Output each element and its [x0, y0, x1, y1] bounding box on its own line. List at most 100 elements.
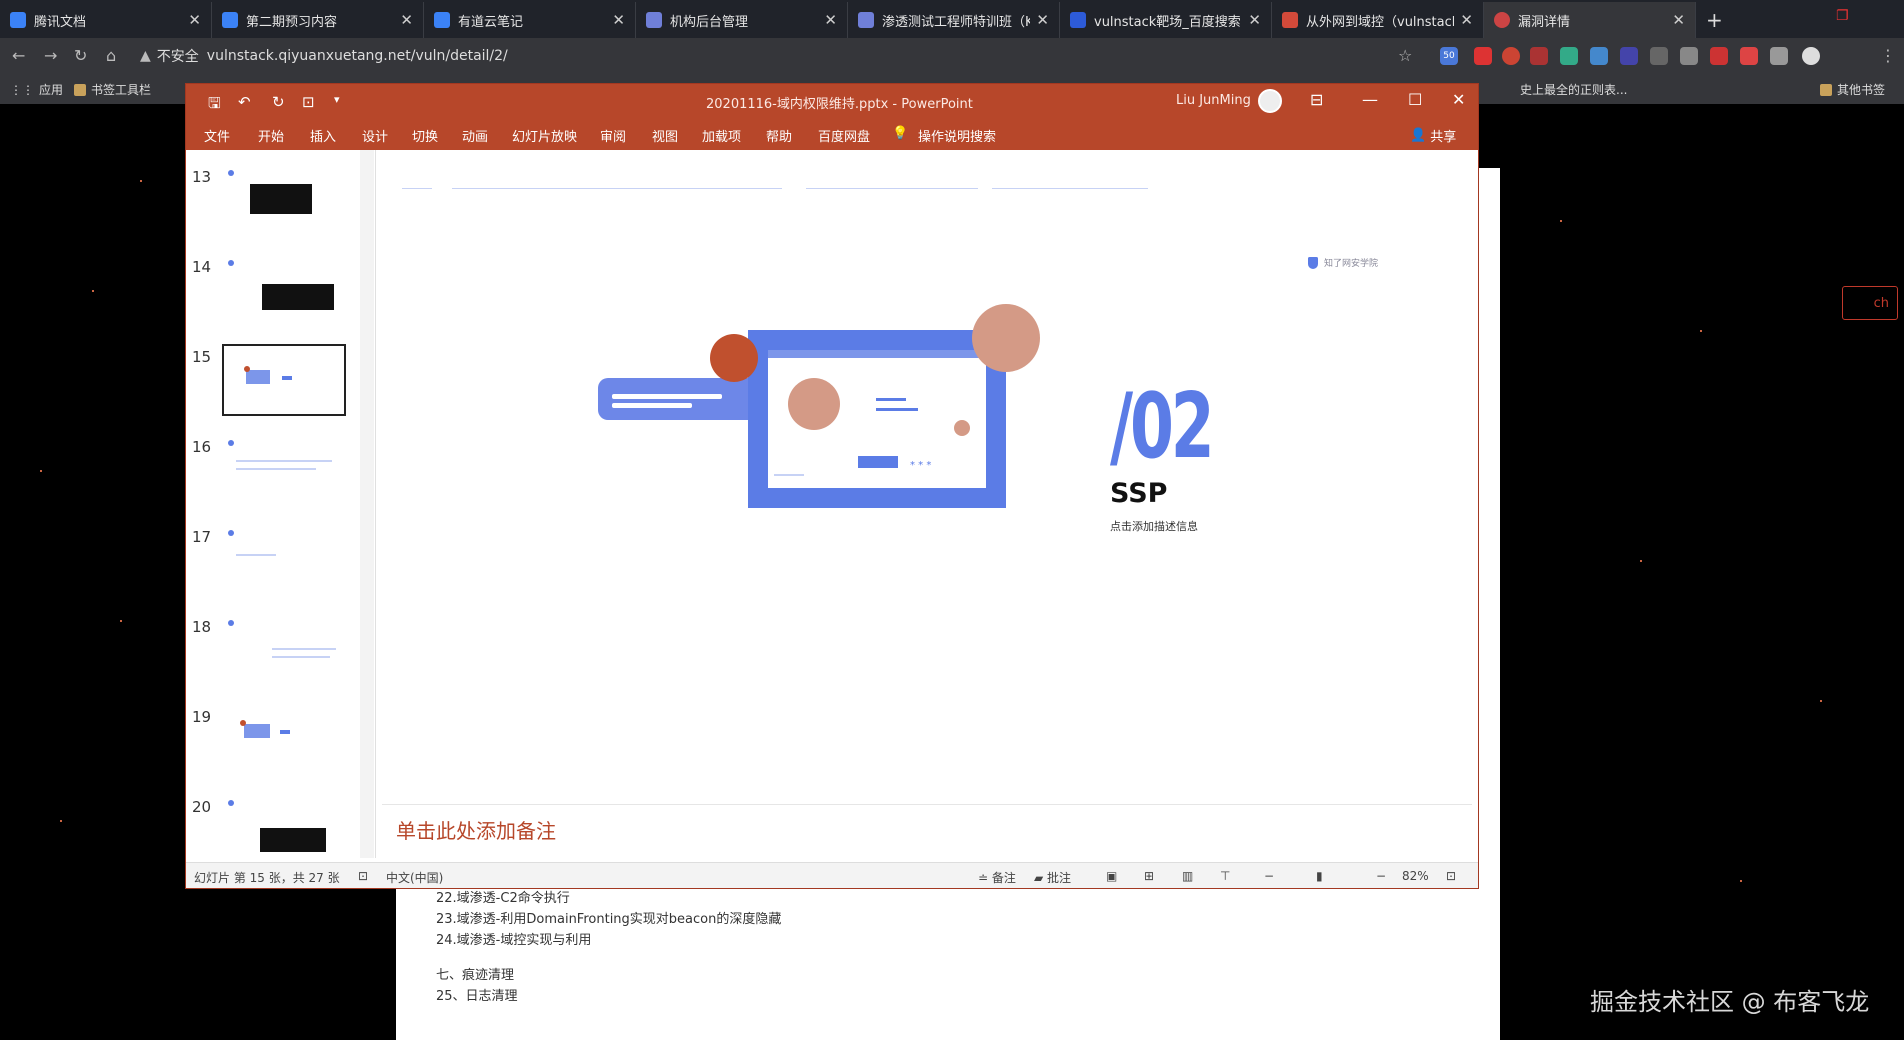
extension-icon[interactable]: [1560, 47, 1578, 65]
undo-icon[interactable]: ↶: [238, 93, 251, 111]
tab-file[interactable]: 文件: [204, 126, 230, 145]
extension-badge-icon[interactable]: 50: [1440, 47, 1458, 65]
new-tab-button[interactable]: +: [1706, 8, 1723, 32]
reading-view-icon[interactable]: ▥: [1182, 869, 1193, 883]
tab-slideshow[interactable]: 幻灯片放映: [512, 126, 577, 145]
browser-tab[interactable]: vulnstack靶场_百度搜索 ✕: [1060, 2, 1272, 38]
background-star: [40, 470, 42, 472]
slide-thumbnail[interactable]: 13: [186, 160, 375, 250]
menu-kebab-icon[interactable]: ⋮: [1880, 46, 1896, 65]
bookmark-apps[interactable]: ⋮⋮ 应用: [10, 81, 63, 98]
tab-transitions[interactable]: 切换: [412, 126, 438, 145]
slide-thumbnail[interactable]: 14: [186, 250, 375, 340]
bookmark-other[interactable]: 其他书签: [1820, 81, 1885, 98]
normal-view-icon[interactable]: ▣: [1106, 869, 1117, 883]
slide-thumbnail[interactable]: 17: [186, 520, 375, 610]
zoom-out-icon[interactable]: −: [1264, 869, 1274, 883]
shield-icon: [646, 12, 662, 28]
ribbon-display-icon[interactable]: ⊟: [1310, 90, 1323, 109]
close-icon[interactable]: ✕: [612, 11, 625, 29]
tab-title: 漏洞详情: [1518, 14, 1571, 30]
tab-animations[interactable]: 动画: [462, 126, 488, 145]
slide-thumbnail[interactable]: 18: [186, 610, 375, 700]
tab-help[interactable]: 帮助: [766, 126, 792, 145]
minimize-icon[interactable]: —: [1362, 90, 1378, 109]
customize-toolbar-icon[interactable]: ▾: [334, 93, 340, 106]
tab-home[interactable]: 开始: [258, 126, 284, 145]
slide-thumbnail[interactable]: 19: [186, 700, 375, 790]
extension-icon[interactable]: [1770, 47, 1788, 65]
notes-pane[interactable]: 单击此处添加备注: [382, 804, 1472, 852]
notes-button[interactable]: ≐ 备注: [978, 869, 1016, 886]
profile-avatar[interactable]: [1802, 47, 1820, 65]
zoom-level[interactable]: 82%: [1402, 869, 1429, 883]
slide-subtitle[interactable]: 点击添加描述信息: [1110, 518, 1198, 534]
close-icon[interactable]: ✕: [1036, 11, 1049, 29]
back-arrow-icon[interactable]: ←: [12, 46, 25, 65]
slideshow-icon[interactable]: ⊡: [302, 93, 315, 111]
slide-thumbnail[interactable]: 20: [186, 790, 375, 858]
save-icon[interactable]: 🖫: [208, 93, 221, 118]
close-icon[interactable]: ✕: [1452, 90, 1465, 109]
browser-tab-active[interactable]: 漏洞详情 ✕: [1484, 2, 1696, 38]
user-name[interactable]: Liu JunMing: [1176, 93, 1251, 108]
tab-design[interactable]: 设计: [362, 126, 388, 145]
thumbnail-scrollbar[interactable]: [360, 150, 374, 858]
extension-icon[interactable]: [1620, 47, 1638, 65]
maximize-icon[interactable]: ☐: [1408, 90, 1422, 109]
browser-tab[interactable]: 第二期预习内容 ✕: [212, 2, 424, 38]
star-icon[interactable]: ☆: [1398, 46, 1412, 65]
search-button[interactable]: ch: [1842, 286, 1898, 320]
extension-icon[interactable]: [1530, 47, 1548, 65]
close-icon[interactable]: ✕: [1248, 11, 1261, 29]
browser-tab[interactable]: 从外网到域控（vulnstack靶 ✕: [1272, 2, 1484, 38]
avatar[interactable]: [1258, 89, 1282, 113]
share-button[interactable]: 👤 共享: [1410, 126, 1456, 145]
close-icon[interactable]: ✕: [824, 11, 837, 29]
address-bar[interactable]: ▲ 不安全 vulnstack.qiyuanxuetang.net/vuln/d…: [140, 43, 1390, 69]
thumbnail-preview: [222, 164, 346, 236]
tab-view[interactable]: 视图: [652, 126, 678, 145]
slide-sorter-icon[interactable]: ⊞: [1144, 869, 1154, 883]
zoom-slider[interactable]: ▮: [1316, 869, 1323, 883]
redo-icon[interactable]: ↻: [272, 93, 285, 111]
close-icon[interactable]: ✕: [188, 11, 201, 29]
extension-icon[interactable]: [1740, 47, 1758, 65]
comments-button[interactable]: ▰ 批注: [1034, 869, 1071, 886]
apps-grid-icon: ⋮⋮: [10, 82, 34, 97]
spellcheck-icon[interactable]: ⊡: [358, 869, 368, 883]
browser-tab[interactable]: 渗透测试工程师特训班（Ka ✕: [848, 2, 1060, 38]
tab-baidu-netdisk[interactable]: 百度网盘: [818, 126, 870, 145]
browser-tab[interactable]: 有道云笔记 ✕: [424, 2, 636, 38]
reload-icon[interactable]: ↻: [74, 46, 87, 65]
bookmark-folder[interactable]: 书签工具栏: [74, 81, 151, 98]
browser-toolbar: ← → ↻ ⌂ ▲ 不安全 vulnstack.qiyuanxuetang.ne…: [0, 38, 1904, 74]
language-indicator[interactable]: 中文(中国): [386, 869, 443, 886]
zoom-in-icon[interactable]: −: [1376, 869, 1386, 883]
extension-icon[interactable]: [1590, 47, 1608, 65]
extension-icon[interactable]: [1502, 47, 1520, 65]
forward-arrow-icon[interactable]: →: [44, 46, 57, 65]
extension-icon[interactable]: [1710, 47, 1728, 65]
close-icon[interactable]: ✕: [400, 11, 413, 29]
slide-section-number[interactable]: /02: [1110, 374, 1215, 479]
slideshow-view-icon[interactable]: ⊤: [1220, 869, 1230, 883]
close-icon[interactable]: ✕: [1460, 11, 1473, 29]
home-icon[interactable]: ⌂: [106, 46, 116, 65]
slide-thumbnail-selected[interactable]: 15: [186, 340, 375, 430]
browser-tab[interactable]: 腾讯文档 ✕: [0, 2, 212, 38]
extension-icon[interactable]: [1650, 47, 1668, 65]
restore-window-icon[interactable]: ❐: [1836, 8, 1849, 24]
tab-addins[interactable]: 加载项: [702, 126, 741, 145]
fit-slide-icon[interactable]: ⊡: [1446, 869, 1456, 883]
slide-heading[interactable]: SSP: [1110, 478, 1167, 509]
bookmark-item[interactable]: 史上最全的正则表...: [1520, 81, 1627, 98]
slide-thumbnail[interactable]: 16: [186, 430, 375, 520]
close-icon[interactable]: ✕: [1672, 11, 1685, 29]
tab-review[interactable]: 审阅: [600, 126, 626, 145]
browser-tab[interactable]: 机构后台管理 ✕: [636, 2, 848, 38]
tell-me-search[interactable]: 操作说明搜索: [918, 126, 996, 145]
tab-insert[interactable]: 插入: [310, 126, 336, 145]
extension-icon[interactable]: [1474, 47, 1492, 65]
extension-icon[interactable]: [1680, 47, 1698, 65]
